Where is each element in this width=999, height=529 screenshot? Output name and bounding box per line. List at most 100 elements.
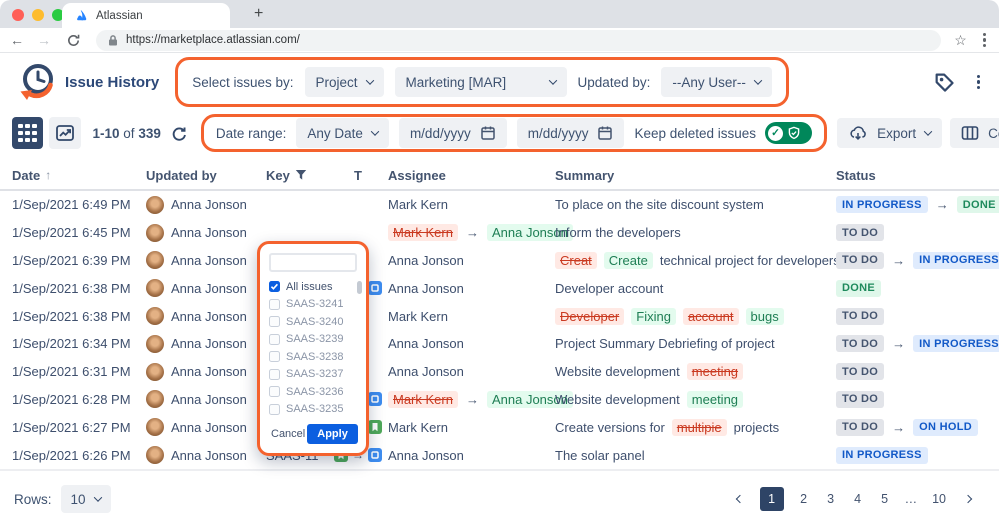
cell-summary: DeveloperFixingaccountbugs — [555, 308, 836, 325]
filter-option[interactable]: SAAS-3236 — [269, 386, 357, 398]
text-value: Anna Jonson — [171, 448, 247, 463]
page-button[interactable]: 1 — [760, 487, 784, 511]
page-button[interactable]: 4 — [851, 490, 865, 508]
column-header-assignee[interactable]: Assignee — [388, 168, 555, 183]
status-badge: IN PROGRESS — [836, 447, 928, 464]
page-button[interactable]: 3 — [824, 490, 838, 508]
checkbox-icon[interactable] — [269, 334, 280, 345]
table-row: 1/Sep/2021 6:49 PMAnna JonsonMark KernTo… — [0, 191, 999, 219]
diff-added-value: Create — [604, 252, 653, 269]
text-value: projects — [734, 420, 780, 435]
scrollbar-thumb[interactable] — [357, 281, 362, 294]
avatar — [146, 224, 164, 242]
tag-icon[interactable] — [931, 69, 958, 96]
rows-per-page-select[interactable]: 10 — [61, 485, 111, 513]
cell-assignee: Mark Kern→Anna Jonson — [388, 391, 555, 408]
avatar — [146, 251, 164, 269]
new-tab-button[interactable]: + — [248, 4, 269, 24]
avatar — [146, 335, 164, 353]
column-header-updated-by[interactable]: Updated by — [146, 168, 266, 183]
avatar — [146, 390, 164, 408]
export-button[interactable]: Export — [837, 118, 942, 148]
browser-menu-icon[interactable] — [980, 29, 989, 52]
cell-updated-by: Anna Jonson — [146, 363, 266, 381]
filter-annotation-box: Select issues by: Project Marketing [MAR… — [175, 57, 789, 107]
close-button[interactable] — [12, 9, 24, 21]
cell-assignee: Anna Jonson — [388, 281, 555, 296]
checkbox-icon[interactable] — [269, 281, 280, 292]
apply-button[interactable]: Apply — [307, 424, 358, 444]
filter-option-label: SAAS-3235 — [286, 403, 343, 415]
filter-option[interactable]: SAAS-3239 — [269, 333, 357, 345]
date-from-field[interactable]: m/dd/yyyy — [399, 118, 507, 148]
refresh-icon[interactable] — [168, 123, 189, 144]
status-badge: DONE — [836, 280, 881, 297]
text-value: Anna Jonson — [171, 197, 247, 212]
bookmark-star-icon[interactable]: ☆ — [954, 32, 967, 49]
column-header-date[interactable]: Date↑ — [12, 168, 146, 183]
filter-option-label: SAAS-3241 — [286, 298, 343, 310]
project-dropdown[interactable]: Marketing [MAR] — [395, 67, 567, 97]
page-button[interactable]: 2 — [797, 490, 811, 508]
reload-icon[interactable] — [64, 31, 83, 50]
checkbox-icon[interactable] — [269, 316, 280, 327]
checkbox-icon[interactable] — [269, 369, 280, 380]
text-value: 1/Sep/2021 6:38 PM — [12, 281, 131, 296]
text-value: Anna Jonson — [388, 281, 464, 296]
cell-summary: Developer account — [555, 281, 836, 296]
cell-summary: The solar panel — [555, 448, 836, 463]
next-page-button[interactable] — [961, 492, 975, 506]
keep-deleted-toggle[interactable]: ✓ — [765, 122, 812, 144]
cell-date: 1/Sep/2021 6:28 PM — [12, 392, 146, 407]
filter-option[interactable]: SAAS-3241 — [269, 298, 357, 310]
change-arrow-icon: → — [891, 420, 906, 435]
filter-option[interactable]: SAAS-3240 — [269, 316, 357, 328]
cancel-button[interactable]: Cancel — [269, 426, 307, 442]
text-value: Website development — [555, 364, 680, 379]
text-value: 1/Sep/2021 6:31 PM — [12, 364, 131, 379]
filter-funnel-icon[interactable] — [295, 169, 307, 181]
date-range-dropdown[interactable]: Any Date — [296, 118, 389, 148]
browser-tab-strip: Atlassian + — [0, 0, 999, 28]
checkbox-icon[interactable] — [269, 386, 280, 397]
grid-view-button[interactable] — [12, 117, 43, 149]
cell-date: 1/Sep/2021 6:49 PM — [12, 197, 146, 212]
status-badge: TO DO — [836, 308, 884, 325]
checkbox-icon[interactable] — [269, 299, 280, 310]
column-header-type[interactable]: T — [328, 168, 388, 183]
column-header-status[interactable]: Status — [836, 168, 999, 183]
text-value: Anna Jonson — [388, 253, 464, 268]
prev-page-button[interactable] — [733, 492, 747, 506]
text-value: Inform the developers — [555, 225, 681, 240]
cell-summary: CreatCreatetechnical project for develop… — [555, 252, 836, 269]
page-button[interactable]: 5 — [878, 490, 892, 508]
text-value: 1/Sep/2021 6:38 PM — [12, 309, 131, 324]
filter-search-input[interactable] — [269, 253, 357, 272]
cell-assignee: Anna Jonson — [388, 448, 555, 463]
date-to-field[interactable]: m/dd/yyyy — [517, 118, 625, 148]
url-field[interactable]: https://marketplace.atlassian.com/ — [96, 30, 941, 51]
chart-view-button[interactable] — [49, 117, 81, 149]
task-type-icon — [368, 448, 382, 462]
select-issues-by-dropdown[interactable]: Project — [305, 67, 384, 97]
checkbox-icon[interactable] — [269, 404, 280, 415]
shield-icon — [787, 126, 801, 140]
page-button[interactable]: 10 — [930, 490, 948, 508]
minimize-button[interactable] — [32, 9, 44, 21]
cell-status: IN PROGRESS — [836, 447, 999, 464]
calendar-icon — [480, 125, 496, 141]
filter-option[interactable]: SAAS-3238 — [269, 351, 357, 363]
app-header: Issue History Select issues by: Project … — [0, 53, 999, 111]
back-icon[interactable]: ← — [10, 33, 24, 47]
browser-tab[interactable]: Atlassian — [62, 3, 230, 28]
filter-option[interactable]: SAAS-3237 — [269, 368, 357, 380]
column-header-summary[interactable]: Summary — [555, 168, 836, 183]
forward-icon[interactable]: → — [37, 33, 51, 47]
checkbox-icon[interactable] — [269, 351, 280, 362]
column-header-key[interactable]: Key — [266, 168, 328, 183]
filter-option[interactable]: All issues — [269, 281, 357, 293]
more-menu-icon[interactable] — [974, 71, 983, 94]
columns-button[interactable]: Columns — [950, 118, 999, 148]
filter-option[interactable]: SAAS-3235 — [269, 403, 357, 415]
updated-by-dropdown[interactable]: --Any User-- — [661, 67, 772, 97]
